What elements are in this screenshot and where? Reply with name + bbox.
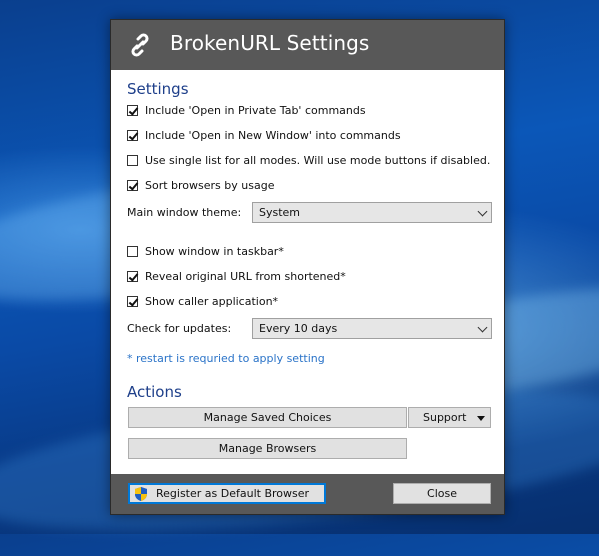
checkbox-reveal-url[interactable]: Reveal original URL from shortened*	[127, 268, 346, 284]
checkbox-checked[interactable]	[127, 129, 138, 141]
checkbox-unchecked[interactable]	[127, 245, 138, 257]
close-button[interactable]: Close	[393, 483, 491, 504]
manage-browsers-button[interactable]: Manage Browsers	[128, 438, 407, 459]
restart-note: * restart is requried to apply setting	[127, 352, 325, 365]
checkbox-unchecked[interactable]	[127, 154, 138, 166]
checkbox-checked[interactable]	[127, 104, 138, 116]
actions-heading: Actions	[127, 383, 182, 401]
updates-select[interactable]: Every 10 days	[252, 318, 492, 339]
chevron-down-icon	[477, 206, 488, 217]
checkbox-label: Show window in taskbar*	[145, 244, 284, 258]
register-default-label: Register as Default Browser	[156, 487, 310, 500]
footer-bar: Register as Default Browser Close	[111, 474, 504, 514]
title-bar[interactable]: BrokenURL Settings	[111, 20, 504, 70]
link-icon	[131, 33, 149, 57]
caret-down-icon	[477, 416, 485, 421]
settings-heading: Settings	[127, 80, 189, 98]
checkbox-label: Use single list for all modes. Will use …	[145, 153, 491, 167]
checkbox-caller-app[interactable]: Show caller application*	[127, 293, 278, 309]
theme-label: Main window theme:	[127, 206, 242, 219]
support-label: Support	[423, 411, 467, 424]
checkbox-label: Include 'Open in Private Tab' commands	[145, 103, 366, 117]
uac-shield-icon	[135, 487, 147, 501]
checkbox-single-list[interactable]: Use single list for all modes. Will use …	[127, 152, 490, 168]
theme-select[interactable]: System	[252, 202, 492, 223]
checkbox-label: Reveal original URL from shortened*	[145, 269, 346, 283]
updates-label: Check for updates:	[127, 322, 232, 335]
checkbox-checked[interactable]	[127, 179, 138, 191]
checkbox-sort-usage[interactable]: Sort browsers by usage	[127, 177, 274, 193]
window-title: BrokenURL Settings	[170, 31, 370, 55]
theme-select-value: System	[259, 206, 301, 219]
register-default-browser-button[interactable]: Register as Default Browser	[128, 483, 326, 504]
checkbox-checked[interactable]	[127, 270, 138, 282]
checkbox-new-window[interactable]: Include 'Open in New Window' into comman…	[127, 127, 401, 143]
updates-select-value: Every 10 days	[259, 322, 338, 335]
manage-saved-choices-button[interactable]: Manage Saved Choices	[128, 407, 407, 428]
checkbox-checked[interactable]	[127, 295, 138, 307]
checkbox-label: Show caller application*	[145, 294, 279, 308]
checkbox-show-taskbar[interactable]: Show window in taskbar*	[127, 243, 284, 259]
support-dropdown-button[interactable]: Support	[408, 407, 491, 428]
checkbox-private-tab[interactable]: Include 'Open in Private Tab' commands	[127, 102, 366, 118]
chevron-down-icon	[477, 322, 488, 333]
checkbox-label: Sort browsers by usage	[145, 178, 275, 192]
settings-window: BrokenURL Settings Settings Include 'Ope…	[110, 19, 505, 515]
checkbox-label: Include 'Open in New Window' into comman…	[145, 128, 401, 142]
